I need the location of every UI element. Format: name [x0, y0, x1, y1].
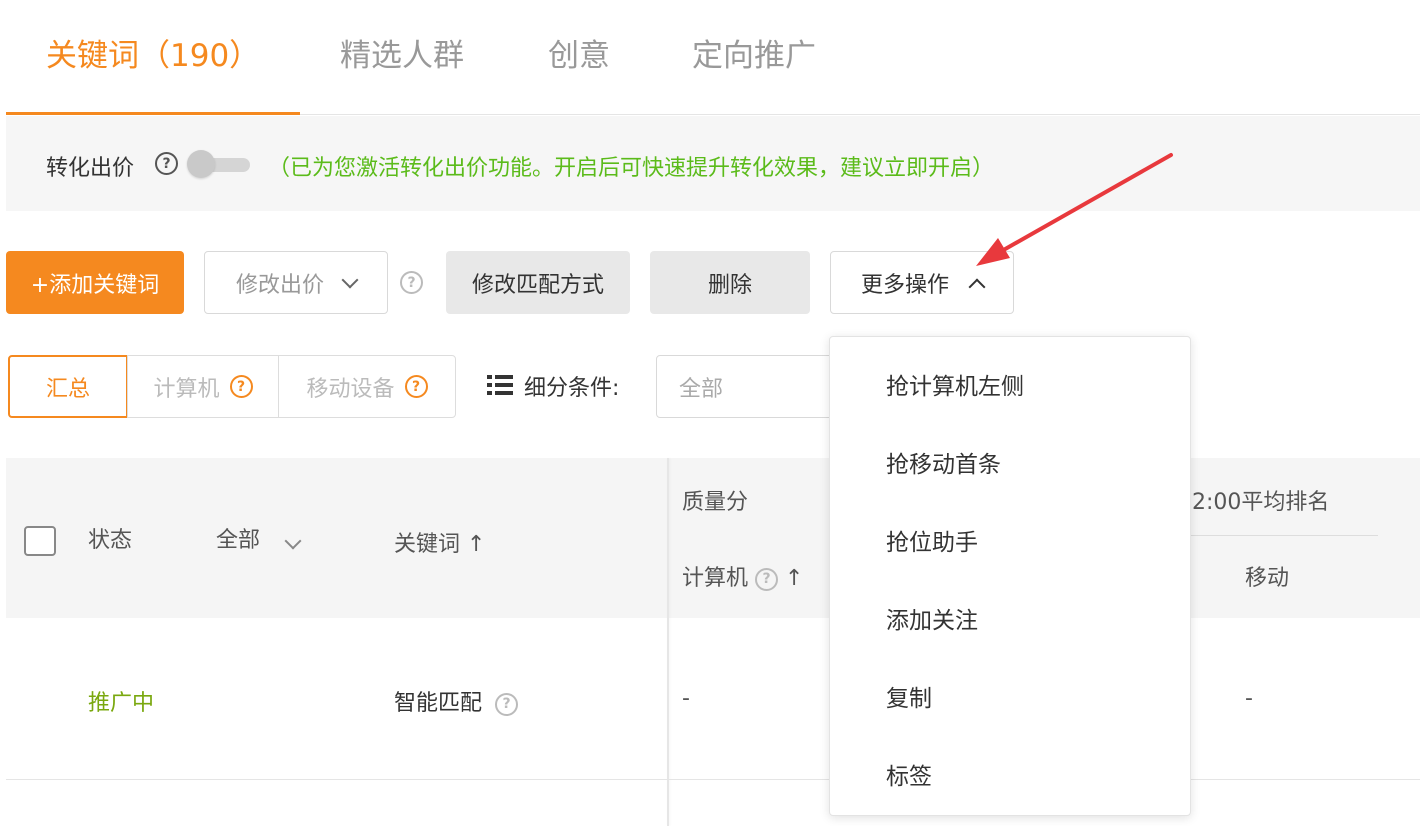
segment-mobile-label: 移动设备: [306, 376, 395, 402]
modify-bid-label: 修改出价: [235, 272, 324, 298]
menu-item-add-watch[interactable]: 添加关注: [886, 601, 978, 635]
quality-computer-header[interactable]: 计算机 ? ↑: [682, 560, 803, 592]
sort-up-icon: ↑: [785, 566, 804, 591]
conversion-bid-bar: 转化出价 ? （已为您激活转化出价功能。开启后可快速提升转化效果，建议立即开启）: [6, 116, 1420, 211]
segment-mobile[interactable]: 移动设备 ?: [278, 355, 456, 418]
menu-item-copy[interactable]: 复制: [886, 679, 932, 713]
more-actions-menu: 抢计算机左侧 抢移动首条 抢位助手 添加关注 复制 标签: [829, 336, 1191, 816]
conversion-bid-message: （已为您激活转化出价功能。开启后可快速提升转化效果，建议立即开启）: [268, 156, 995, 181]
toggle-knob: [187, 150, 215, 178]
select-all-checkbox[interactable]: [24, 526, 56, 556]
help-icon[interactable]: ?: [400, 271, 423, 294]
quality-score-header: 质量分: [682, 490, 749, 515]
menu-item-grab-mobile-top[interactable]: 抢移动首条: [886, 445, 1001, 479]
menu-item-tag[interactable]: 标签: [886, 757, 932, 791]
row-keyword-label: 智能匹配: [394, 691, 483, 716]
chevron-down-icon: [284, 532, 302, 550]
row-rank-mobile: -: [1245, 686, 1253, 711]
help-icon[interactable]: ?: [404, 375, 428, 398]
conversion-bid-label: 转化出价: [46, 156, 135, 181]
help-icon[interactable]: ?: [229, 375, 253, 398]
row-keyword: 智能匹配 ?: [394, 685, 519, 717]
add-keyword-button[interactable]: +添加关键词: [6, 251, 184, 314]
segment-computer[interactable]: 计算机 ?: [127, 355, 279, 418]
segment-summary[interactable]: 汇总: [8, 355, 128, 418]
list-icon: [487, 375, 513, 395]
modify-bid-dropdown[interactable]: 修改出价: [204, 251, 388, 314]
frozen-column-divider: [667, 458, 669, 826]
active-tab-indicator: [6, 112, 300, 115]
tab-creative[interactable]: 创意: [548, 30, 610, 75]
filter-select[interactable]: 全部: [656, 355, 856, 418]
tab-audience[interactable]: 精选人群: [340, 30, 464, 75]
quality-computer-label: 计算机: [682, 566, 749, 591]
status-filter-dropdown[interactable]: 全部: [216, 522, 302, 554]
header-divider: [1190, 535, 1378, 536]
row-status: 推广中: [88, 691, 155, 716]
tab-targeting[interactable]: 定向推广: [692, 30, 816, 75]
help-icon[interactable]: ?: [755, 567, 779, 591]
help-icon[interactable]: ?: [495, 692, 519, 716]
segment-computer-label: 计算机: [153, 376, 220, 402]
status-filter-value: 全部: [216, 528, 261, 553]
row-divider: [6, 779, 1420, 780]
filter-label: 细分条件:: [524, 376, 620, 401]
more-actions-label: 更多操作: [860, 272, 949, 298]
delete-button[interactable]: 删除: [650, 251, 810, 314]
more-actions-button[interactable]: 更多操作: [830, 251, 1014, 314]
menu-item-bid-assistant[interactable]: 抢位助手: [886, 523, 978, 557]
avg-rank-header: 2:00平均排名: [1192, 490, 1330, 515]
filter-select-value: 全部: [679, 376, 724, 402]
modify-match-button[interactable]: 修改匹配方式: [446, 251, 630, 314]
keyword-column-header[interactable]: 关键词 ↑: [394, 526, 485, 558]
chevron-up-icon: [968, 278, 986, 295]
conversion-bid-toggle[interactable]: [187, 150, 250, 178]
tab-bar: 关键词（190） 精选人群 创意 定向推广: [6, 0, 1420, 115]
help-icon[interactable]: ?: [155, 152, 178, 175]
chevron-down-icon: [341, 271, 359, 288]
status-column-header: 状态: [88, 528, 133, 553]
rank-mobile-header: 移动: [1245, 566, 1290, 591]
tab-keywords[interactable]: 关键词（190）: [46, 30, 260, 75]
row-quality-computer: -: [682, 686, 690, 711]
menu-item-grab-computer-left[interactable]: 抢计算机左侧: [886, 367, 1024, 401]
